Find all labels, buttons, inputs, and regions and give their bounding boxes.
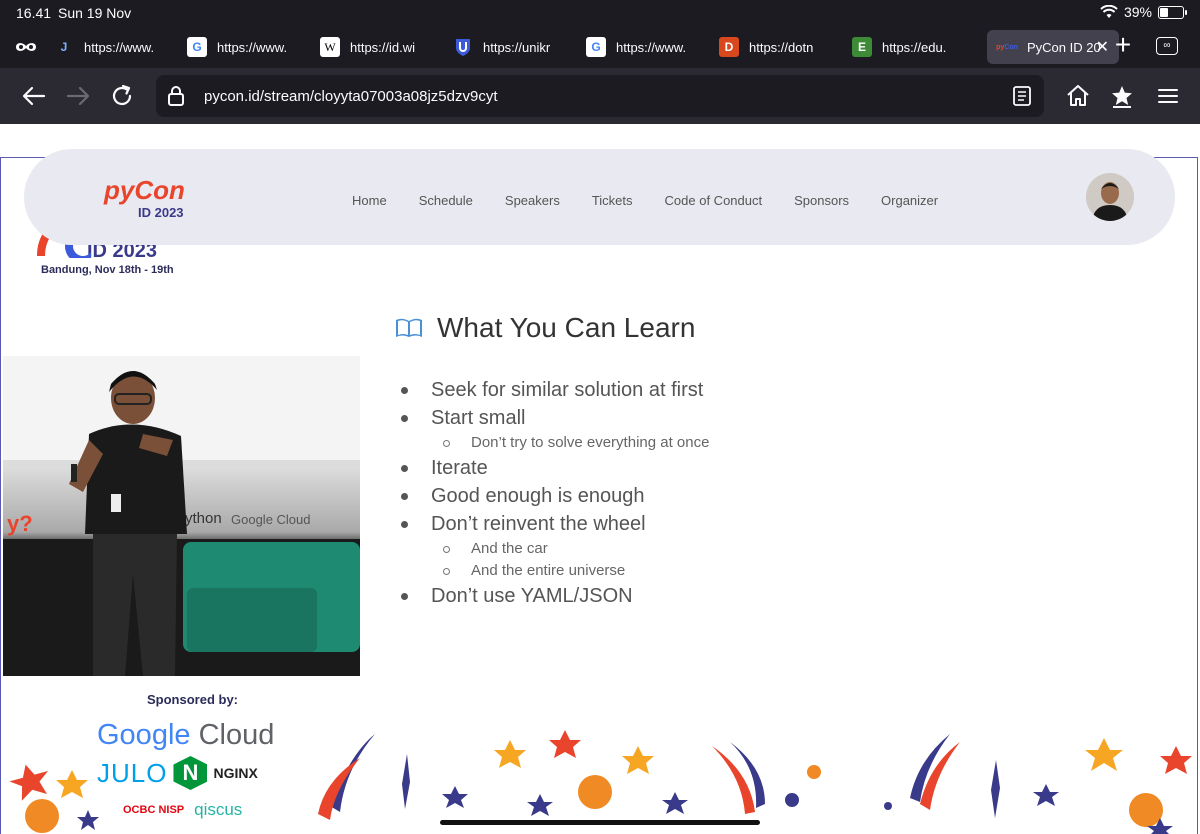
- slide-sub-bullet: And the car: [401, 538, 709, 560]
- status-bar: 16.41 Sun 19 Nov 39%: [0, 0, 1200, 26]
- presentation-slide: What You Can Learn Seek for similar solu…: [361, 296, 1161, 716]
- battery-percent: 39%: [1123, 4, 1152, 20]
- battery-icon: [1158, 5, 1187, 19]
- slide-bullet: Don’t use YAML/JSON: [401, 582, 709, 610]
- nav-schedule[interactable]: Schedule: [419, 193, 473, 208]
- tabs-count-button[interactable]: ∞: [1156, 37, 1178, 55]
- menu-icon[interactable]: [1154, 82, 1182, 110]
- decorative-confetti: [9, 730, 1192, 834]
- tab-pycon-active[interactable]: py Con PyCon ID 20 ✕: [987, 30, 1119, 64]
- tab-3[interactable]: W https://id.wi: [318, 30, 451, 64]
- status-time: 16.41: [16, 5, 52, 21]
- slide-bullet: Start small: [401, 404, 709, 432]
- wifi-icon: [1100, 5, 1118, 18]
- tab-title: https://www.: [217, 39, 288, 55]
- google-icon: G: [187, 37, 207, 57]
- google-icon: G: [586, 37, 606, 57]
- navigation-bar: pycon.id/stream/cloyyta07003a08jz5dzv9cy…: [0, 68, 1200, 124]
- nav-tickets[interactable]: Tickets: [592, 193, 633, 208]
- tab-2[interactable]: G https://www.: [185, 30, 318, 64]
- slide-bullet-list: Seek for similar solution at first Start …: [401, 376, 709, 610]
- private-browsing-icon[interactable]: [0, 41, 52, 53]
- url-text[interactable]: pycon.id/stream/cloyyta07003a08jz5dzv9cy…: [204, 88, 498, 105]
- pycon-icon: py Con: [996, 43, 1018, 51]
- e-icon: E: [852, 37, 872, 57]
- slide-bullet: Don’t reinvent the wheel: [401, 510, 709, 538]
- pycon-sign: y?: [7, 511, 33, 536]
- tab-title: https://www.: [84, 39, 155, 55]
- user-avatar-image: [1086, 173, 1134, 221]
- status-indicators: 39%: [1100, 4, 1187, 20]
- home-indicator[interactable]: [440, 820, 760, 825]
- speaker-video[interactable]: y? ython Google Cloud: [3, 356, 360, 676]
- slide-bullet: Iterate: [401, 454, 709, 482]
- back-arrow-icon[interactable]: [20, 82, 48, 110]
- banner-location: Bandung, Nov 18th - 19th: [41, 264, 174, 276]
- slide-bullet: Good enough is enough: [401, 482, 709, 510]
- forward-arrow-icon[interactable]: [64, 82, 92, 110]
- url-bar[interactable]: pycon.id/stream/cloyyta07003a08jz5dzv9cy…: [156, 75, 1044, 117]
- tab-strip: J https://www. G https://www. W https://…: [0, 26, 1200, 68]
- j-icon: J: [60, 40, 68, 54]
- slide-title-row: What You Can Learn: [395, 312, 695, 344]
- shield-u-icon: [453, 37, 473, 57]
- tab-title: https://dotn: [749, 39, 814, 55]
- nav-sponsors[interactable]: Sponsors: [794, 193, 849, 208]
- tab-4[interactable]: https://unikr: [451, 30, 584, 64]
- nav-speakers[interactable]: Speakers: [505, 193, 560, 208]
- site-links: Home Schedule Speakers Tickets Code of C…: [352, 193, 970, 208]
- slide-sub-bullet: Don’t try to solve everything at once: [401, 432, 709, 454]
- bookmark-star-icon[interactable]: [1108, 82, 1136, 110]
- nav-home[interactable]: Home: [352, 193, 387, 208]
- reload-icon[interactable]: [108, 82, 136, 110]
- tab-title: https://unikr: [483, 39, 551, 55]
- tab-6[interactable]: D https://dotn: [717, 30, 850, 64]
- slide-bullet: Seek for similar solution at first: [401, 376, 709, 404]
- google-cloud-sign: Google Cloud: [231, 512, 311, 527]
- slide-title: What You Can Learn: [437, 312, 696, 343]
- tab-title: https://id.wi: [350, 39, 416, 55]
- d-icon: D: [719, 37, 739, 57]
- tab-title: PyCon ID 20: [1027, 39, 1101, 55]
- status-date: Sun 19 Nov: [58, 5, 132, 21]
- speaker-figure: [69, 371, 187, 676]
- tab-1[interactable]: J https://www.: [52, 30, 185, 64]
- logo-bottom-text: ID 2023: [138, 205, 184, 220]
- slide-sub-bullet: And the entire universe: [401, 560, 709, 582]
- logo-top-text: pyCon: [104, 175, 185, 205]
- battery-level: [1160, 7, 1169, 17]
- tab-title: https://edu.: [882, 39, 947, 55]
- avatar[interactable]: [1086, 173, 1134, 221]
- pycon-logo[interactable]: pyCon ID 2023: [104, 171, 192, 225]
- nav-organizer[interactable]: Organizer: [881, 193, 938, 208]
- tab-5[interactable]: G https://www.: [584, 30, 717, 64]
- nav-code-of-conduct[interactable]: Code of Conduct: [665, 193, 763, 208]
- site-navbar: pyCon ID 2023 Home Schedule Speakers Tic…: [24, 149, 1175, 245]
- tab-title: https://www.: [616, 39, 687, 55]
- tab-7[interactable]: E https://edu.: [850, 30, 983, 64]
- lock-icon[interactable]: [166, 85, 186, 107]
- sofa-seat: [187, 588, 317, 652]
- new-tab-button[interactable]: +: [1110, 30, 1136, 60]
- home-icon[interactable]: [1064, 82, 1092, 110]
- wikipedia-icon: W: [320, 37, 340, 57]
- close-tab-icon[interactable]: ✕: [1096, 37, 1109, 57]
- book-icon: [396, 318, 422, 337]
- web-content: ID 2023 Bandung, Nov 18th - 19th y? ytho…: [0, 124, 1200, 834]
- reader-view-icon[interactable]: [1012, 85, 1032, 107]
